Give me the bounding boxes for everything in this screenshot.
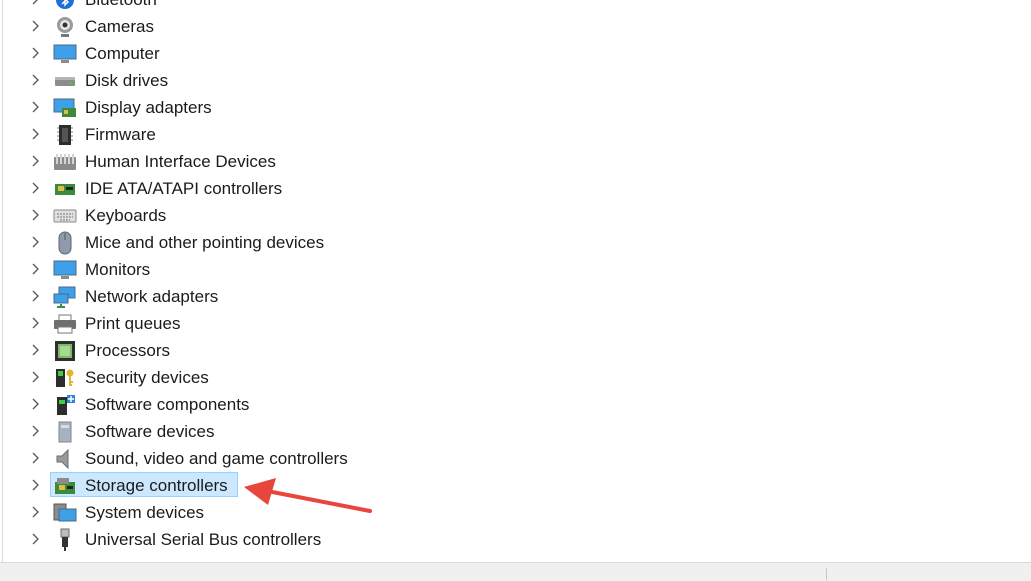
processor-icon bbox=[53, 340, 77, 362]
tree-item-disk-drives[interactable]: Disk drives bbox=[3, 67, 1031, 94]
mouse-icon bbox=[53, 231, 77, 255]
tree-item-human-interface-devices[interactable]: Human Interface Devices bbox=[3, 148, 1031, 175]
chevron-right-icon[interactable] bbox=[29, 262, 43, 276]
tree-item-software-components[interactable]: Software components bbox=[3, 391, 1031, 418]
ide-controller-icon bbox=[53, 178, 77, 200]
tree-item-system-devices[interactable]: System devices bbox=[3, 499, 1031, 526]
firmware-icon bbox=[53, 124, 77, 146]
tree-item-software-devices[interactable]: Software devices bbox=[3, 418, 1031, 445]
tree-item-label: Software components bbox=[85, 395, 250, 414]
tree-item-label: Display adapters bbox=[85, 98, 212, 117]
tree-item-security-devices[interactable]: Security devices bbox=[3, 364, 1031, 391]
keyboard-icon bbox=[53, 205, 77, 227]
tree-item-label: Sound, video and game controllers bbox=[85, 449, 348, 468]
tree-item-display-adapters[interactable]: Display adapters bbox=[3, 94, 1031, 121]
status-bar-divider bbox=[826, 568, 827, 580]
chevron-right-icon[interactable] bbox=[29, 235, 43, 249]
chevron-right-icon[interactable] bbox=[29, 370, 43, 384]
disk-drive-icon bbox=[53, 70, 77, 92]
device-tree: Bluetooth Cameras Computer Disk drives D… bbox=[3, 0, 1031, 553]
tree-item-label: Network adapters bbox=[85, 287, 219, 306]
status-bar bbox=[0, 562, 1031, 581]
tree-item-label: Storage controllers bbox=[85, 476, 228, 495]
tree-item-label: Universal Serial Bus controllers bbox=[85, 530, 322, 549]
tree-item-label: Keyboards bbox=[85, 206, 167, 225]
usb-icon bbox=[53, 528, 77, 551]
tree-item-cameras[interactable]: Cameras bbox=[3, 13, 1031, 40]
tree-item-monitors[interactable]: Monitors bbox=[3, 256, 1031, 283]
display-adapter-icon bbox=[53, 97, 77, 119]
software-component-icon bbox=[53, 394, 77, 416]
chevron-right-icon[interactable] bbox=[29, 289, 43, 303]
tree-item-keyboards[interactable]: Keyboards bbox=[3, 202, 1031, 229]
tree-item-label: Print queues bbox=[85, 314, 181, 333]
tree-item-label: Firmware bbox=[85, 125, 156, 144]
chevron-right-icon[interactable] bbox=[29, 397, 43, 411]
tree-item-print-queues[interactable]: Print queues bbox=[3, 310, 1031, 337]
tree-item-ide-ata-atapi-controllers[interactable]: IDE ATA/ATAPI controllers bbox=[3, 175, 1031, 202]
chevron-right-icon[interactable] bbox=[29, 343, 43, 357]
tree-item-mice-and-other-pointing-devices[interactable]: Mice and other pointing devices bbox=[3, 229, 1031, 256]
chevron-right-icon[interactable] bbox=[29, 181, 43, 195]
tree-item-computer[interactable]: Computer bbox=[3, 40, 1031, 67]
chevron-right-icon[interactable] bbox=[29, 478, 43, 492]
tree-item-label: Security devices bbox=[85, 368, 209, 387]
camera-icon bbox=[53, 16, 77, 38]
chevron-right-icon[interactable] bbox=[29, 19, 43, 33]
tree-item-label: IDE ATA/ATAPI controllers bbox=[85, 179, 283, 198]
tree-item-label: Monitors bbox=[85, 260, 151, 279]
chevron-right-icon[interactable] bbox=[29, 0, 43, 6]
security-device-icon bbox=[53, 367, 77, 389]
chevron-right-icon[interactable] bbox=[29, 127, 43, 141]
computer-icon bbox=[53, 43, 77, 65]
chevron-right-icon[interactable] bbox=[29, 532, 43, 546]
chevron-right-icon[interactable] bbox=[29, 154, 43, 168]
network-adapter-icon bbox=[53, 286, 77, 308]
chevron-right-icon[interactable] bbox=[29, 73, 43, 87]
chevron-right-icon[interactable] bbox=[29, 46, 43, 60]
tree-item-label: Mice and other pointing devices bbox=[85, 233, 325, 252]
device-manager-tree-pane: Bluetooth Cameras Computer Disk drives D… bbox=[2, 0, 1031, 562]
speaker-icon bbox=[53, 448, 77, 470]
tree-item-label: Software devices bbox=[85, 422, 215, 441]
chevron-right-icon[interactable] bbox=[29, 424, 43, 438]
bluetooth-icon bbox=[53, 0, 77, 11]
tree-item-sound-video-and-game-controllers[interactable]: Sound, video and game controllers bbox=[3, 445, 1031, 472]
chevron-right-icon[interactable] bbox=[29, 451, 43, 465]
chevron-right-icon[interactable] bbox=[29, 208, 43, 222]
printer-icon bbox=[53, 313, 77, 335]
monitor-icon bbox=[53, 259, 77, 281]
storage-controller-icon bbox=[53, 475, 77, 497]
tree-item-label: Human Interface Devices bbox=[85, 152, 276, 171]
tree-item-storage-controllers[interactable]: Storage controllers bbox=[3, 472, 1031, 499]
tree-item-label: Cameras bbox=[85, 17, 154, 36]
tree-item-network-adapters[interactable]: Network adapters bbox=[3, 283, 1031, 310]
tree-item-universal-serial-bus-controllers[interactable]: Universal Serial Bus controllers bbox=[3, 526, 1031, 553]
chevron-right-icon[interactable] bbox=[29, 505, 43, 519]
tree-item-label: Bluetooth bbox=[85, 0, 157, 11]
hid-icon bbox=[53, 151, 77, 173]
tree-item-label: Computer bbox=[85, 44, 160, 63]
software-device-icon bbox=[53, 421, 77, 443]
tree-item-label: Disk drives bbox=[85, 71, 169, 90]
tree-item-label: System devices bbox=[85, 503, 205, 522]
tree-item-bluetooth[interactable]: Bluetooth bbox=[3, 0, 1031, 13]
tree-item-label: Processors bbox=[85, 341, 171, 360]
system-device-icon bbox=[53, 502, 77, 524]
tree-item-firmware[interactable]: Firmware bbox=[3, 121, 1031, 148]
tree-item-processors[interactable]: Processors bbox=[3, 337, 1031, 364]
chevron-right-icon[interactable] bbox=[29, 316, 43, 330]
chevron-right-icon[interactable] bbox=[29, 100, 43, 114]
